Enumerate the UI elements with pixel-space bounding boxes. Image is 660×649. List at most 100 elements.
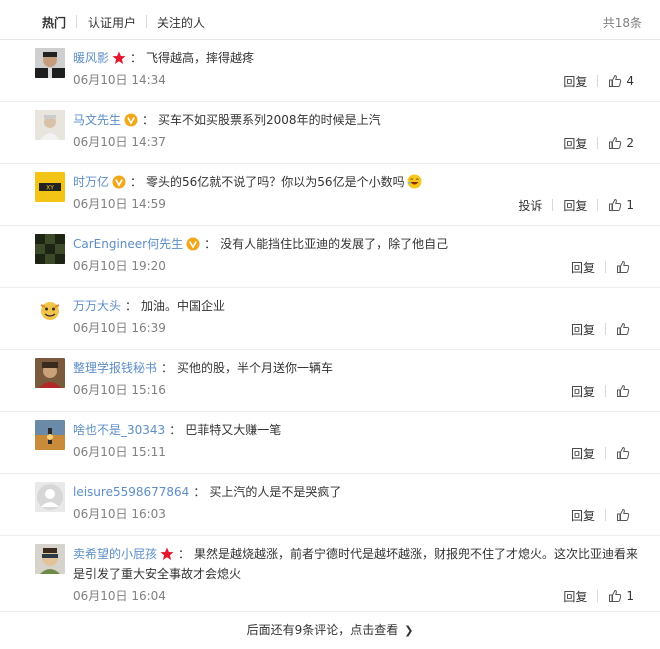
action-divider (605, 447, 606, 459)
like-count: 2 (626, 136, 634, 150)
comment-body: 卖希望的小屁孩：果然是越烧越涨，前者宁德时代是越坏越涨，财报兜不住了才熄火。这次… (73, 547, 639, 581)
like-button[interactable] (616, 508, 634, 522)
red-star-icon (112, 51, 126, 65)
comment-time: 06月10日 15:16 (73, 383, 166, 397)
username[interactable]: 啥也不是_30343 (73, 423, 165, 437)
comment-actions: 回复 (571, 507, 634, 523)
action-divider (605, 261, 606, 273)
like-count: 1 (626, 589, 634, 603)
comment-text: 飞得越高，摔得越疼 (146, 51, 255, 65)
comment-text: 买上汽的人是不是哭疯了 (209, 485, 342, 499)
comment-text: 没有人能挡住比亚迪的发展了，除了他自己 (220, 237, 449, 251)
thumbs-up-icon (617, 446, 630, 459)
like-button[interactable]: 2 (608, 136, 634, 150)
avatar[interactable] (35, 110, 65, 140)
comment-actions: 回复 2 (563, 135, 634, 151)
gold-v-icon (112, 175, 126, 189)
action-divider (597, 75, 599, 87)
username[interactable]: 万万大头 (73, 299, 121, 313)
comment-total: 共18条 (602, 16, 642, 30)
load-more-text: 后面还有9条评论，点击查看 (246, 623, 399, 637)
comment-text: 零头的56亿就不说了吗？你以为56亿是个小数吗 (146, 175, 405, 189)
username[interactable]: 卖希望的小屁孩 (73, 547, 157, 561)
avatar[interactable] (35, 48, 65, 78)
comment-time: 06月10日 16:04 (73, 589, 166, 603)
username[interactable]: 暖风影 (73, 51, 109, 65)
tab-following[interactable]: 关注的人 (157, 14, 205, 31)
username[interactable]: 整理学报钱秘书 (73, 361, 157, 375)
reply-button[interactable]: 回复 (571, 321, 595, 338)
comment-actions: 回复 (571, 383, 634, 399)
reply-button[interactable]: 回复 (571, 383, 595, 400)
svg-text:XY: XY (46, 185, 54, 192)
avatar[interactable] (35, 234, 65, 264)
avatar[interactable] (35, 420, 65, 450)
action-divider (605, 323, 606, 335)
tab-divider (76, 15, 77, 28)
thumbs-up-icon (617, 508, 630, 521)
avatar[interactable] (35, 296, 65, 326)
comment-text: 果然是越烧越涨，前者宁德时代是越坏越涨，财报兜不住了才熄火。这次比亚迪看来是引发… (73, 547, 639, 581)
reply-button[interactable]: 回复 (563, 588, 587, 605)
red-star-icon (160, 547, 174, 561)
comment-time: 06月10日 19:20 (73, 259, 166, 273)
like-button[interactable] (616, 322, 634, 336)
thumbs-up-icon (617, 260, 630, 273)
reply-button[interactable]: 回复 (571, 507, 595, 524)
comment-body: 啥也不是_30343：巴菲特又大赚一笔 (73, 423, 282, 437)
like-button[interactable] (616, 384, 634, 398)
username[interactable]: CarEngineer何先生 (73, 237, 183, 251)
comment-item: 啥也不是_30343：巴菲特又大赚一笔 06月10日 15:11 回复 (0, 412, 660, 474)
action-divider (605, 385, 606, 397)
reply-button[interactable]: 回复 (571, 259, 595, 276)
comment-actions: 回复 1 (563, 588, 634, 604)
avatar[interactable] (35, 544, 65, 574)
comment-item: 卖希望的小屁孩：果然是越烧越涨，前者宁德时代是越坏越涨，财报兜不住了才熄火。这次… (0, 536, 660, 612)
reply-button[interactable]: 回复 (563, 197, 587, 214)
avatar[interactable] (35, 358, 65, 388)
action-divider (597, 590, 599, 602)
username[interactable]: 马文先生 (73, 113, 121, 127)
action-divider (597, 137, 599, 149)
comment-body: 暖风影：飞得越高，摔得越疼 (73, 51, 255, 65)
comment-body: 万万大头：加油。中国企业 (73, 299, 226, 313)
thumbs-up-icon (617, 384, 630, 397)
thumbs-up-icon (609, 198, 622, 211)
tab-verified[interactable]: 认证用户 (88, 14, 136, 31)
reply-button[interactable]: 回复 (571, 445, 595, 462)
action-divider (597, 199, 599, 211)
gold-v-icon (186, 237, 200, 251)
like-button[interactable]: 1 (608, 589, 634, 603)
tab-hot[interactable]: 热门 (42, 14, 66, 31)
reply-button[interactable]: 回复 (563, 135, 587, 152)
username[interactable]: 时万亿 (73, 175, 109, 189)
comment-time: 06月10日 15:11 (73, 445, 166, 459)
thumbs-up-icon (617, 322, 630, 335)
comment-item: 暖风影：飞得越高，摔得越疼 06月10日 14:34 回复 4 (0, 40, 660, 102)
comment-time: 06月10日 16:39 (73, 321, 166, 335)
comment-time: 06月10日 14:37 (73, 135, 166, 149)
like-button[interactable] (616, 260, 634, 274)
like-button[interactable]: 4 (608, 74, 634, 88)
gold-v-icon (124, 113, 138, 127)
avatar[interactable]: XY (35, 172, 65, 202)
comment-item: leisure5598677864：买上汽的人是不是哭疯了 06月10日 16:… (0, 474, 660, 536)
avatar[interactable] (35, 482, 65, 512)
comment-actions: 回复 (571, 321, 634, 337)
username[interactable]: leisure5598677864 (73, 485, 189, 499)
reply-button[interactable]: 回复 (563, 73, 587, 90)
load-more-link[interactable]: 后面还有9条评论，点击查看 ❯ (0, 612, 660, 649)
comment-body: CarEngineer何先生：没有人能挡住比亚迪的发展了，除了他自己 (73, 237, 449, 251)
like-button[interactable]: 1 (608, 198, 634, 212)
like-count: 4 (626, 74, 634, 88)
comment-body: 时万亿：零头的56亿就不说了吗？你以为56亿是个小数吗 (73, 172, 644, 192)
comment-time: 06月10日 14:59 (73, 197, 166, 211)
comment-text: 买他的股，半个月送你一辆车 (177, 361, 334, 375)
comment-tabs: 热门 认证用户 关注的人 共18条 (0, 0, 660, 40)
comment-actions: 投诉 回复 1 (518, 197, 634, 213)
comment-item: 马文先生：买车不如买股票系列2008年的时候是上汽 06月10日 14:37 回… (0, 102, 660, 164)
thumbs-up-icon (609, 136, 622, 149)
report-button[interactable]: 投诉 (518, 197, 542, 214)
like-button[interactable] (616, 446, 634, 460)
chevron-right-icon: ❯ (404, 624, 414, 637)
